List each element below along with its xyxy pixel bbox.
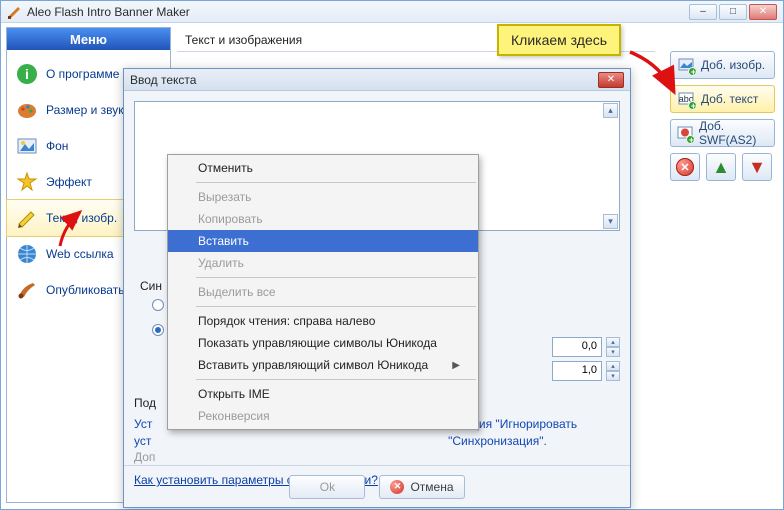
hint-line-prefix: Доп xyxy=(134,449,620,466)
arrow-down-icon: ▼ xyxy=(748,158,766,176)
section-label: Син xyxy=(140,279,162,293)
context-menu-separator xyxy=(196,182,476,183)
picture-add-icon xyxy=(677,56,695,74)
context-menu-item: Копировать xyxy=(168,208,478,230)
button-label: Доб. текст xyxy=(701,92,758,106)
spin-down-button[interactable]: ▾ xyxy=(606,347,620,357)
cancel-button[interactable]: ✕ Отмена xyxy=(379,475,464,499)
context-menu-item-label: Выделить все xyxy=(198,285,276,299)
svg-text:i: i xyxy=(25,66,29,82)
context-menu-item-label: Удалить xyxy=(198,256,244,270)
side-buttons: Доб. изобр. abc Доб. текст Доб. SWF(AS2)… xyxy=(670,51,775,181)
context-menu-item: Удалить xyxy=(168,252,478,274)
context-menu-item[interactable]: Отменить xyxy=(168,157,478,179)
info-icon: i xyxy=(15,62,39,86)
context-menu-item: Реконверсия xyxy=(168,405,478,427)
dialog-footer: Ok ✕ Отмена xyxy=(124,465,630,507)
add-image-button[interactable]: Доб. изобр. xyxy=(670,51,775,79)
hint-line: уст "Синхронизация". xyxy=(134,433,620,450)
context-menu-item[interactable]: Открыть IME xyxy=(168,383,478,405)
radio-icon xyxy=(152,324,164,336)
svg-text:abc: abc xyxy=(679,94,694,104)
sidebar-item-label: О программе xyxy=(46,67,119,81)
context-menu-item-label: Вставить xyxy=(198,234,249,248)
context-menu-item[interactable]: Порядок чтения: справа налево xyxy=(168,310,478,332)
brush-icon xyxy=(15,278,39,302)
context-menu-separator xyxy=(196,306,476,307)
context-menu-item-label: Вставить управляющий символ Юникода xyxy=(198,358,428,372)
spin-up-button[interactable]: ▴ xyxy=(606,361,620,371)
sidebar-item-label: Опубликовать xyxy=(46,283,124,297)
sidebar-item-label: Web ссылка xyxy=(46,247,114,261)
add-swf-button[interactable]: Доб. SWF(AS2) xyxy=(670,119,775,147)
dialog-title: Ввод текста xyxy=(130,73,598,87)
context-menu-item: Выделить все xyxy=(168,281,478,303)
scroll-up-button[interactable]: ▴ xyxy=(603,103,618,118)
sidebar-header: Меню xyxy=(7,28,170,50)
button-label: Доб. SWF(AS2) xyxy=(699,119,768,147)
delete-icon: ✕ xyxy=(676,158,694,176)
context-menu-item-label: Копировать xyxy=(198,212,263,226)
sidebar-item-label: Размер и звук xyxy=(46,103,123,117)
context-menu-item-label: Реконверсия xyxy=(198,409,270,423)
move-down-button[interactable]: ▼ xyxy=(742,153,772,181)
titlebar[interactable]: Aleo Flash Intro Banner Maker – □ ✕ xyxy=(1,1,783,23)
context-menu-item-label: Открыть IME xyxy=(198,387,270,401)
ok-button[interactable]: Ok xyxy=(289,475,365,499)
button-label: Ok xyxy=(320,480,335,494)
context-menu-separator xyxy=(196,277,476,278)
add-text-button[interactable]: abc Доб. текст xyxy=(670,85,775,113)
context-menu-item: Вырезать xyxy=(168,186,478,208)
text-add-icon: abc xyxy=(677,90,695,108)
context-menu-item-label: Отменить xyxy=(198,161,253,175)
move-up-button[interactable]: ▲ xyxy=(706,153,736,181)
context-menu-item-label: Порядок чтения: справа налево xyxy=(198,314,375,328)
dialog-close-button[interactable]: ✕ xyxy=(598,72,624,88)
context-menu-separator xyxy=(196,379,476,380)
picture-icon xyxy=(15,134,39,158)
sidebar-item-label: Фон xyxy=(46,139,68,153)
context-menu-item[interactable]: Вставить xyxy=(168,230,478,252)
spin-down-button[interactable]: ▾ xyxy=(606,371,620,381)
spin-value-1[interactable]: 0,0 xyxy=(552,337,602,357)
sidebar-item-label: Текст, изобр. xyxy=(46,211,117,225)
cancel-icon: ✕ xyxy=(390,480,404,494)
pencil-icon xyxy=(15,206,39,230)
star-icon xyxy=(15,170,39,194)
scroll-down-button[interactable]: ▾ xyxy=(603,214,618,229)
sidebar-item-label: Эффект xyxy=(46,175,92,189)
context-menu-item[interactable]: Вставить управляющий символ Юникода ▶ xyxy=(168,354,478,376)
button-label: Доб. изобр. xyxy=(701,58,765,72)
dialog-titlebar[interactable]: Ввод текста ✕ xyxy=(124,69,630,91)
spin-up-button[interactable]: ▴ xyxy=(606,337,620,347)
sync-radio-1[interactable] xyxy=(152,299,164,311)
app-title: Aleo Flash Intro Banner Maker xyxy=(27,5,190,19)
context-menu-item-label: Показать управляющие символы Юникода xyxy=(198,336,437,350)
arrow-up-icon: ▲ xyxy=(712,158,730,176)
context-menu-item[interactable]: Показать управляющие символы Юникода xyxy=(168,332,478,354)
context-menu-item-label: Вырезать xyxy=(198,190,251,204)
window-minimize-button[interactable]: – xyxy=(689,4,717,20)
spin-value-2[interactable]: 1,0 xyxy=(552,361,602,381)
swf-add-icon xyxy=(677,124,693,142)
app-icon xyxy=(7,5,21,19)
globe-icon xyxy=(15,242,39,266)
chevron-right-icon: ▶ xyxy=(452,360,460,371)
palette-icon xyxy=(15,98,39,122)
window-close-button[interactable]: ✕ xyxy=(749,4,777,20)
context-menu: Отменить Вырезать Копировать Вставить Удалит… xyxy=(167,154,479,430)
button-label: Отмена xyxy=(410,480,453,494)
callout-box: Кликаем здесь xyxy=(497,24,621,56)
radio-icon xyxy=(152,299,164,311)
delete-item-button[interactable]: ✕ xyxy=(670,153,700,181)
window-maximize-button[interactable]: □ xyxy=(719,4,747,20)
